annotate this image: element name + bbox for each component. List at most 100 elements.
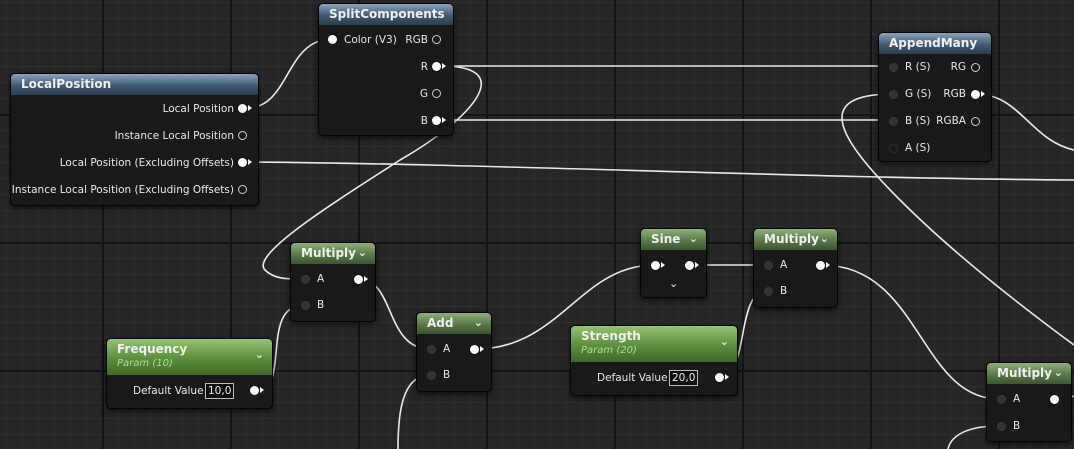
output-pin-arrow-icon <box>248 105 252 111</box>
input-pin-a[interactable] <box>427 345 436 354</box>
appendmany-node[interactable]: AppendMany R (S) RG G (S) RGB B (S) RGBA… <box>878 32 992 162</box>
output-pin-result[interactable] <box>470 345 479 354</box>
pin-label-rgb: RGB <box>405 34 428 46</box>
default-value-field[interactable]: 10,0 <box>205 383 235 399</box>
pin-label-rg: RG <box>950 61 966 73</box>
output-pin-result[interactable] <box>1050 395 1059 404</box>
chevron-down-icon[interactable]: ⌄ <box>1054 363 1063 383</box>
sine-node-title-text: Sine <box>651 232 681 246</box>
output-pin-rg[interactable] <box>971 63 980 72</box>
add-node[interactable]: Add ⌄ A B <box>416 312 492 392</box>
multiply-node-2[interactable]: Multiply ⌄ A B <box>753 228 838 308</box>
pin-label-b-s: B (S) <box>905 115 931 127</box>
chevron-down-icon[interactable]: ⌄ <box>255 348 264 361</box>
pin-label-rgba: RGBA <box>936 115 966 127</box>
frequency-param-node[interactable]: Frequency Param (10) ⌄ Default Value 10,… <box>106 338 273 409</box>
pin-label-g: G <box>419 88 428 100</box>
output-pin-arrow-icon <box>364 276 368 282</box>
multiply-node-1-title-text: Multiply <box>301 246 356 260</box>
pin-label-rgb-out: RGB <box>943 88 966 100</box>
output-pin-g[interactable] <box>432 89 441 98</box>
input-pin-b[interactable] <box>997 422 1006 431</box>
multiply-node-2-title-text: Multiply <box>764 232 819 246</box>
splitcomponents-node-title: SplitComponents <box>319 4 453 25</box>
strength-param-title: Strength <box>581 329 641 343</box>
frequency-param-node-header: Frequency Param (10) ⌄ <box>107 339 272 375</box>
multiply-node-3[interactable]: Multiply ⌄ A B <box>986 362 1072 442</box>
pin-label-a: A <box>443 343 451 355</box>
output-pin-rgb[interactable] <box>432 35 441 44</box>
expand-chevron-icon[interactable]: ⌄ <box>669 277 678 291</box>
output-pin-arrow-icon <box>826 262 830 268</box>
chevron-down-icon[interactable]: ⌄ <box>474 313 483 333</box>
input-pin-r-s[interactable] <box>889 63 898 72</box>
strength-param-node[interactable]: Strength Param (20) ⌄ Default Value 20,0 <box>570 325 738 396</box>
pin-label-color-v3: Color (V3) <box>344 34 397 46</box>
input-pin[interactable] <box>651 261 660 270</box>
pin-label-a: A <box>317 273 325 285</box>
output-pin-value[interactable] <box>715 373 724 382</box>
add-node-title-text: Add <box>427 316 454 330</box>
input-pin-a[interactable] <box>301 275 310 284</box>
output-pin-local-position[interactable] <box>238 104 247 113</box>
appendmany-node-title: AppendMany <box>879 33 991 54</box>
multiply-node-3-title: Multiply ⌄ <box>987 363 1071 384</box>
multiply-node-2-title: Multiply ⌄ <box>754 229 837 250</box>
pin-label-r-s: R (S) <box>905 61 931 73</box>
input-pin-g-s[interactable] <box>889 90 898 99</box>
output-pin-arrow-icon <box>442 63 446 69</box>
input-pin-a-s[interactable] <box>889 144 898 153</box>
output-pin-instance-local-position-excluding-offsets[interactable] <box>238 185 247 194</box>
output-pin-arrow-icon <box>442 117 446 123</box>
input-pin-b[interactable] <box>764 287 773 296</box>
pin-label-b: B <box>420 115 428 127</box>
pin-label-b: B <box>443 369 451 381</box>
output-pin-rgb-append[interactable] <box>971 90 980 99</box>
output-pin-b[interactable] <box>432 116 441 125</box>
pin-label-b: B <box>780 285 788 297</box>
multiply-node-1[interactable]: Multiply ⌄ A B <box>290 242 376 322</box>
chevron-down-icon[interactable]: ⌄ <box>689 229 698 249</box>
wire-multiply2-to-multiply3-a <box>821 264 1000 400</box>
localposition-node[interactable]: LocalPosition Local Position Instance Lo… <box>10 73 259 206</box>
splitcomponents-node[interactable]: SplitComponents Color (V3) RGB R G B <box>318 3 454 136</box>
strength-param-node-header: Strength Param (20) ⌄ <box>571 326 737 362</box>
pin-label-instance-local-position: Instance Local Position <box>114 130 234 142</box>
chevron-down-icon[interactable]: ⌄ <box>358 243 367 263</box>
output-pin-result[interactable] <box>685 261 694 270</box>
output-pin-local-position-excluding-offsets[interactable] <box>238 158 247 167</box>
pin-label-g-s: G (S) <box>905 88 932 100</box>
output-pin-result[interactable] <box>354 275 363 284</box>
output-pin-arrow-icon <box>260 387 264 393</box>
output-pin-arrow-icon <box>480 346 484 352</box>
output-pin-rgba[interactable] <box>971 117 980 126</box>
output-pin-arrow-icon <box>248 159 252 165</box>
default-value-field[interactable]: 20,0 <box>669 370 699 386</box>
output-pin-arrow-icon <box>725 374 729 380</box>
input-pin-arrow-icon <box>661 262 665 268</box>
input-pin-b[interactable] <box>427 371 436 380</box>
input-pin-a[interactable] <box>764 261 773 270</box>
chevron-down-icon[interactable]: ⌄ <box>720 335 729 348</box>
default-value-label: Default Value <box>133 385 204 397</box>
pin-label-local-position: Local Position <box>162 103 234 115</box>
input-pin-a[interactable] <box>997 395 1006 404</box>
input-pin-color-v3[interactable] <box>328 35 337 44</box>
input-pin-b-s[interactable] <box>889 117 898 126</box>
pin-label-local-position-excluding-offsets: Local Position (Excluding Offsets) <box>59 157 234 169</box>
output-pin-instance-local-position[interactable] <box>238 131 247 140</box>
sine-node[interactable]: Sine ⌄ ⌄ <box>640 228 707 298</box>
multiply-node-3-title-text: Multiply <box>997 366 1052 380</box>
output-pin-arrow-icon <box>981 91 985 97</box>
pin-label-r: R <box>420 61 428 73</box>
default-value-label: Default Value <box>597 372 668 384</box>
pin-label-b: B <box>1013 420 1021 432</box>
output-pin-result[interactable] <box>816 261 825 270</box>
output-pin-value[interactable] <box>250 386 259 395</box>
output-pin-r[interactable] <box>432 62 441 71</box>
pin-label-a-s: A (S) <box>905 142 931 154</box>
input-pin-b[interactable] <box>301 301 310 310</box>
chevron-down-icon[interactable]: ⌄ <box>820 229 829 249</box>
add-node-title: Add ⌄ <box>417 313 491 334</box>
output-pin-arrow-icon <box>695 262 699 268</box>
